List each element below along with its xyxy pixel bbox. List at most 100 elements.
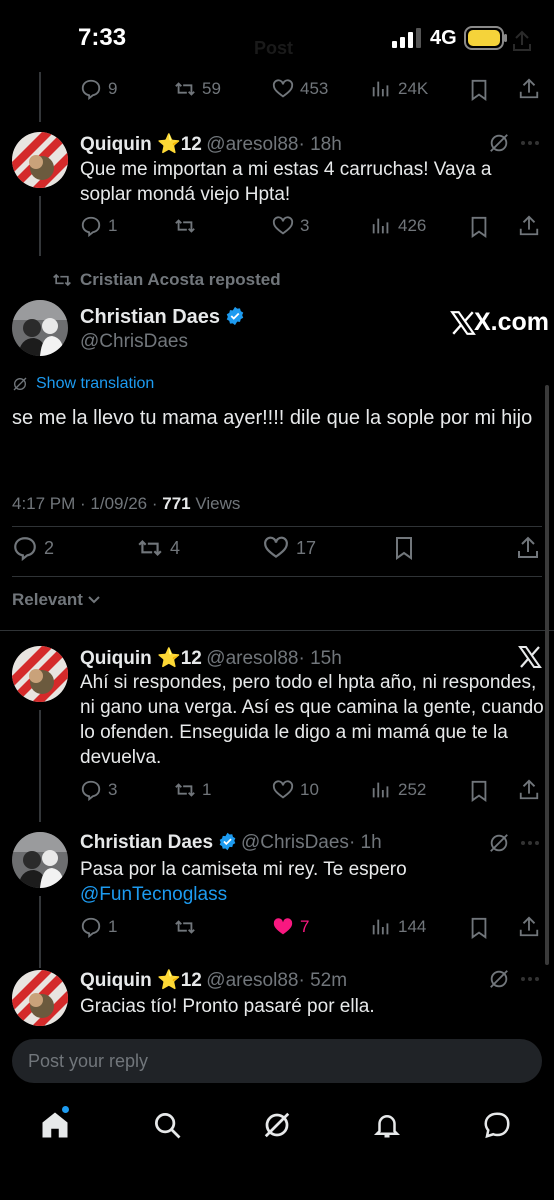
- reply-button[interactable]: 9: [80, 78, 117, 100]
- x-logo-icon: [450, 310, 476, 335]
- views-button[interactable]: 144: [370, 916, 426, 938]
- reply-button[interactable]: 3: [80, 779, 117, 801]
- repost-indicator[interactable]: Cristian Acosta reposted: [52, 270, 281, 290]
- repost-button[interactable]: [174, 215, 202, 237]
- views-button[interactable]: 24K: [370, 78, 428, 100]
- reply-icon: [14, 537, 36, 561]
- sort-dropdown[interactable]: Relevant: [12, 590, 101, 610]
- reply-icon: [81, 917, 101, 938]
- grok-icon[interactable]: [262, 1110, 292, 1140]
- repost-button[interactable]: [174, 916, 202, 938]
- repost-count: 1: [202, 780, 212, 799]
- messages-icon[interactable]: [482, 1110, 512, 1140]
- like-button-active[interactable]: 7: [272, 916, 309, 938]
- heart-icon: [272, 216, 294, 235]
- show-translation-label: Show translation: [36, 375, 155, 392]
- repost-icon: [175, 82, 195, 96]
- views-count: 771: [162, 494, 191, 513]
- like-count: 7: [300, 917, 310, 936]
- bookmark-icon[interactable]: [468, 780, 490, 802]
- views-count: 426: [398, 216, 427, 235]
- grok-icon[interactable]: [488, 132, 510, 154]
- author-name[interactable]: Christian Daes: [80, 832, 213, 853]
- like-button[interactable]: 10: [272, 779, 319, 801]
- views-icon: [372, 218, 389, 234]
- author-handle[interactable]: @aresol88: [206, 648, 298, 669]
- tweet-text: Que me importan a mi estas 4 carruchas! …: [80, 159, 492, 205]
- bell-icon[interactable]: [372, 1110, 402, 1140]
- tweet-time: · 1h: [348, 832, 382, 853]
- bookmark-icon[interactable]: [468, 917, 490, 939]
- share-icon[interactable]: [516, 535, 540, 561]
- page-title: Post: [254, 38, 294, 58]
- author-handle[interactable]: @ChrisDaes: [80, 331, 188, 353]
- reply3-header: Quiquin ⭐12 @aresol88· 52m: [80, 968, 347, 992]
- views-count: 252: [398, 780, 427, 799]
- share-icon-faded: [513, 30, 531, 51]
- views-icon: [372, 919, 389, 935]
- bookmark-icon[interactable]: [392, 535, 416, 561]
- share-icon[interactable]: [518, 916, 540, 938]
- like-count: 453: [300, 79, 329, 98]
- views-button[interactable]: 426: [370, 215, 426, 237]
- nav-home[interactable]: [40, 1106, 72, 1142]
- avatar[interactable]: [12, 646, 68, 702]
- scrollbar[interactable]: [545, 385, 549, 965]
- bookmark-icon[interactable]: [468, 79, 490, 101]
- avatar[interactable]: [12, 132, 68, 188]
- share-icon[interactable]: [518, 78, 540, 100]
- mention-link[interactable]: @FunTecnoglass: [80, 882, 227, 907]
- more-icon[interactable]: [520, 140, 540, 146]
- repost-count: 59: [202, 79, 221, 98]
- notification-dot: [62, 1106, 69, 1113]
- main-tweet-text: se me la llevo tu mama ayer!!!! dile que…: [12, 407, 533, 429]
- show-translation-link[interactable]: Show translation: [12, 375, 154, 393]
- network-label: 4G: [430, 27, 457, 49]
- reply-count: 3: [108, 780, 118, 799]
- repost-icon: [53, 273, 71, 287]
- reply-button[interactable]: 2: [12, 535, 54, 561]
- status-time: 7:33: [78, 24, 127, 51]
- thread-line: [39, 710, 41, 822]
- verified-badge-icon: [219, 832, 235, 851]
- repost-button[interactable]: 59: [174, 78, 221, 100]
- share-icon[interactable]: [518, 215, 540, 237]
- repost-button[interactable]: 1: [174, 779, 211, 801]
- author-name[interactable]: Quiquin ⭐12: [80, 970, 202, 991]
- reply-button[interactable]: 1: [80, 916, 117, 938]
- more-icon[interactable]: [520, 976, 540, 982]
- author-handle[interactable]: @aresol88: [206, 134, 298, 155]
- bookmark-icon[interactable]: [468, 216, 490, 238]
- author-handle[interactable]: @ChrisDaes: [241, 832, 349, 853]
- author-name[interactable]: Quiquin ⭐12: [80, 648, 202, 669]
- reply1-header: Quiquin ⭐12 @aresol88· 15h: [80, 646, 342, 670]
- avatar[interactable]: [12, 832, 68, 888]
- repost-button[interactable]: 4: [136, 535, 180, 561]
- like-count: 17: [296, 537, 317, 558]
- repost-icon: [175, 920, 195, 934]
- like-button[interactable]: 453: [272, 78, 328, 100]
- reply-composer[interactable]: Post your reply: [12, 1039, 542, 1083]
- grok-icon[interactable]: [488, 968, 510, 990]
- like-button[interactable]: 3: [272, 215, 309, 237]
- avatar[interactable]: [12, 970, 68, 1026]
- heart-icon: [264, 536, 288, 558]
- more-icon[interactable]: [520, 840, 540, 846]
- reply-count: 1: [108, 216, 118, 235]
- status-bar: 7:33 Post 4G: [0, 0, 554, 72]
- like-button[interactable]: 17: [262, 535, 316, 561]
- search-icon[interactable]: [152, 1110, 182, 1140]
- grok-icon: [13, 377, 27, 391]
- author-name[interactable]: Quiquin ⭐12: [80, 134, 202, 155]
- avatar[interactable]: [12, 300, 68, 356]
- author-name[interactable]: Christian Daes: [80, 306, 220, 328]
- tweet-timestamp[interactable]: 4:17 PM · 1/09/26 ·: [12, 494, 158, 513]
- thread-line: [39, 896, 41, 968]
- reply-button[interactable]: 1: [80, 215, 117, 237]
- views-button[interactable]: 252: [370, 779, 426, 801]
- author-handle[interactable]: @aresol88: [206, 970, 298, 991]
- tweet-text: Ahí si respondes, pero todo el hpta año,…: [80, 672, 544, 768]
- grok-icon[interactable]: [488, 832, 510, 854]
- share-icon[interactable]: [518, 779, 540, 801]
- like-count: 10: [300, 780, 319, 799]
